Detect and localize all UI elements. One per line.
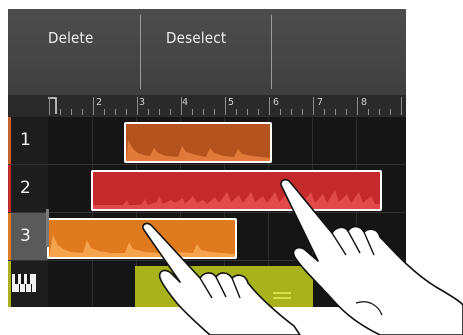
ruler-bar-number: 8: [361, 97, 368, 108]
deselect-button-label: Deselect: [166, 29, 227, 47]
delete-button[interactable]: Delete: [8, 9, 140, 95]
ruler-bar-tick: [181, 97, 182, 115]
ruler-bar-tick: [49, 97, 50, 115]
delete-button-label: Delete: [48, 29, 94, 47]
track-number: 1: [20, 130, 31, 150]
ruler-beat-tick: [104, 109, 105, 115]
keyboard-icon: [12, 274, 36, 292]
ruler-beat-tick: [324, 109, 325, 115]
vertical-scrollbar[interactable]: [46, 209, 49, 247]
ruler-bar-tick: [93, 97, 94, 115]
ruler-beat-tick: [148, 109, 149, 115]
ruler-bar-number: 7: [317, 97, 324, 108]
hand-pointer-icon: [142, 222, 301, 335]
ruler-beat-tick: [280, 109, 281, 115]
audio-region-track-1[interactable]: [124, 122, 272, 163]
ruler-bar-tick: [401, 97, 402, 115]
ruler-beat-tick: [192, 109, 193, 115]
ruler-bar-number: 3: [139, 97, 146, 108]
track-color-bar: [8, 213, 11, 260]
ruler-beat-tick: [390, 109, 391, 115]
ruler-beat-tick: [126, 109, 127, 115]
ruler-beat-tick: [258, 109, 259, 115]
track-header-4[interactable]: [8, 261, 48, 307]
ruler-bar-number: 2: [96, 97, 103, 108]
ruler-bar-tick: [225, 97, 226, 115]
empty-toolbar-button[interactable]: [272, 9, 406, 95]
deselect-button[interactable]: Deselect: [141, 9, 271, 95]
ruler-beat-tick: [346, 109, 347, 115]
ruler-beat-tick: [159, 109, 160, 115]
ruler-beat-tick: [368, 109, 369, 115]
ruler-bar-tick: [137, 97, 138, 115]
ruler-beat-tick: [203, 109, 204, 115]
ruler-beat-tick: [60, 109, 61, 115]
ruler-bar-number: 6: [273, 97, 280, 108]
track-header-3[interactable]: 3: [8, 213, 48, 260]
ruler-beat-tick: [71, 109, 72, 115]
ruler-bar-tick: [357, 97, 358, 115]
ruler-beat-tick: [170, 109, 171, 115]
timeline-ruler[interactable]: 2 3 4 5 6 7 8: [8, 95, 406, 117]
track-color-bar: [8, 261, 11, 307]
waveform-icon: [126, 140, 270, 161]
ruler-beat-tick: [115, 109, 116, 115]
ruler-beat-tick: [236, 109, 237, 115]
track-header-1[interactable]: 1: [8, 117, 48, 164]
ruler-beat-tick: [379, 109, 380, 115]
ruler-beat-tick: [214, 109, 215, 115]
ruler-beat-tick: [291, 109, 292, 115]
toolbar: Delete Deselect: [8, 9, 406, 95]
ruler-bar-number: 5: [228, 97, 235, 108]
track-header-2[interactable]: 2: [8, 165, 48, 212]
ruler-beat-tick: [302, 109, 303, 115]
ruler-beat-tick: [335, 109, 336, 115]
track-number: 3: [20, 226, 31, 246]
track-separator: [8, 164, 406, 165]
ruler-bar-tick: [269, 97, 270, 115]
ruler-bar-tick: [313, 97, 314, 115]
ruler-bar-number: 4: [182, 97, 189, 108]
ruler-beat-tick: [247, 109, 248, 115]
ruler-beat-tick: [82, 109, 83, 115]
track-color-bar: [8, 117, 11, 164]
track-number: 2: [20, 178, 31, 198]
track-color-bar: [8, 165, 11, 212]
playhead-marker-icon: [48, 97, 57, 114]
